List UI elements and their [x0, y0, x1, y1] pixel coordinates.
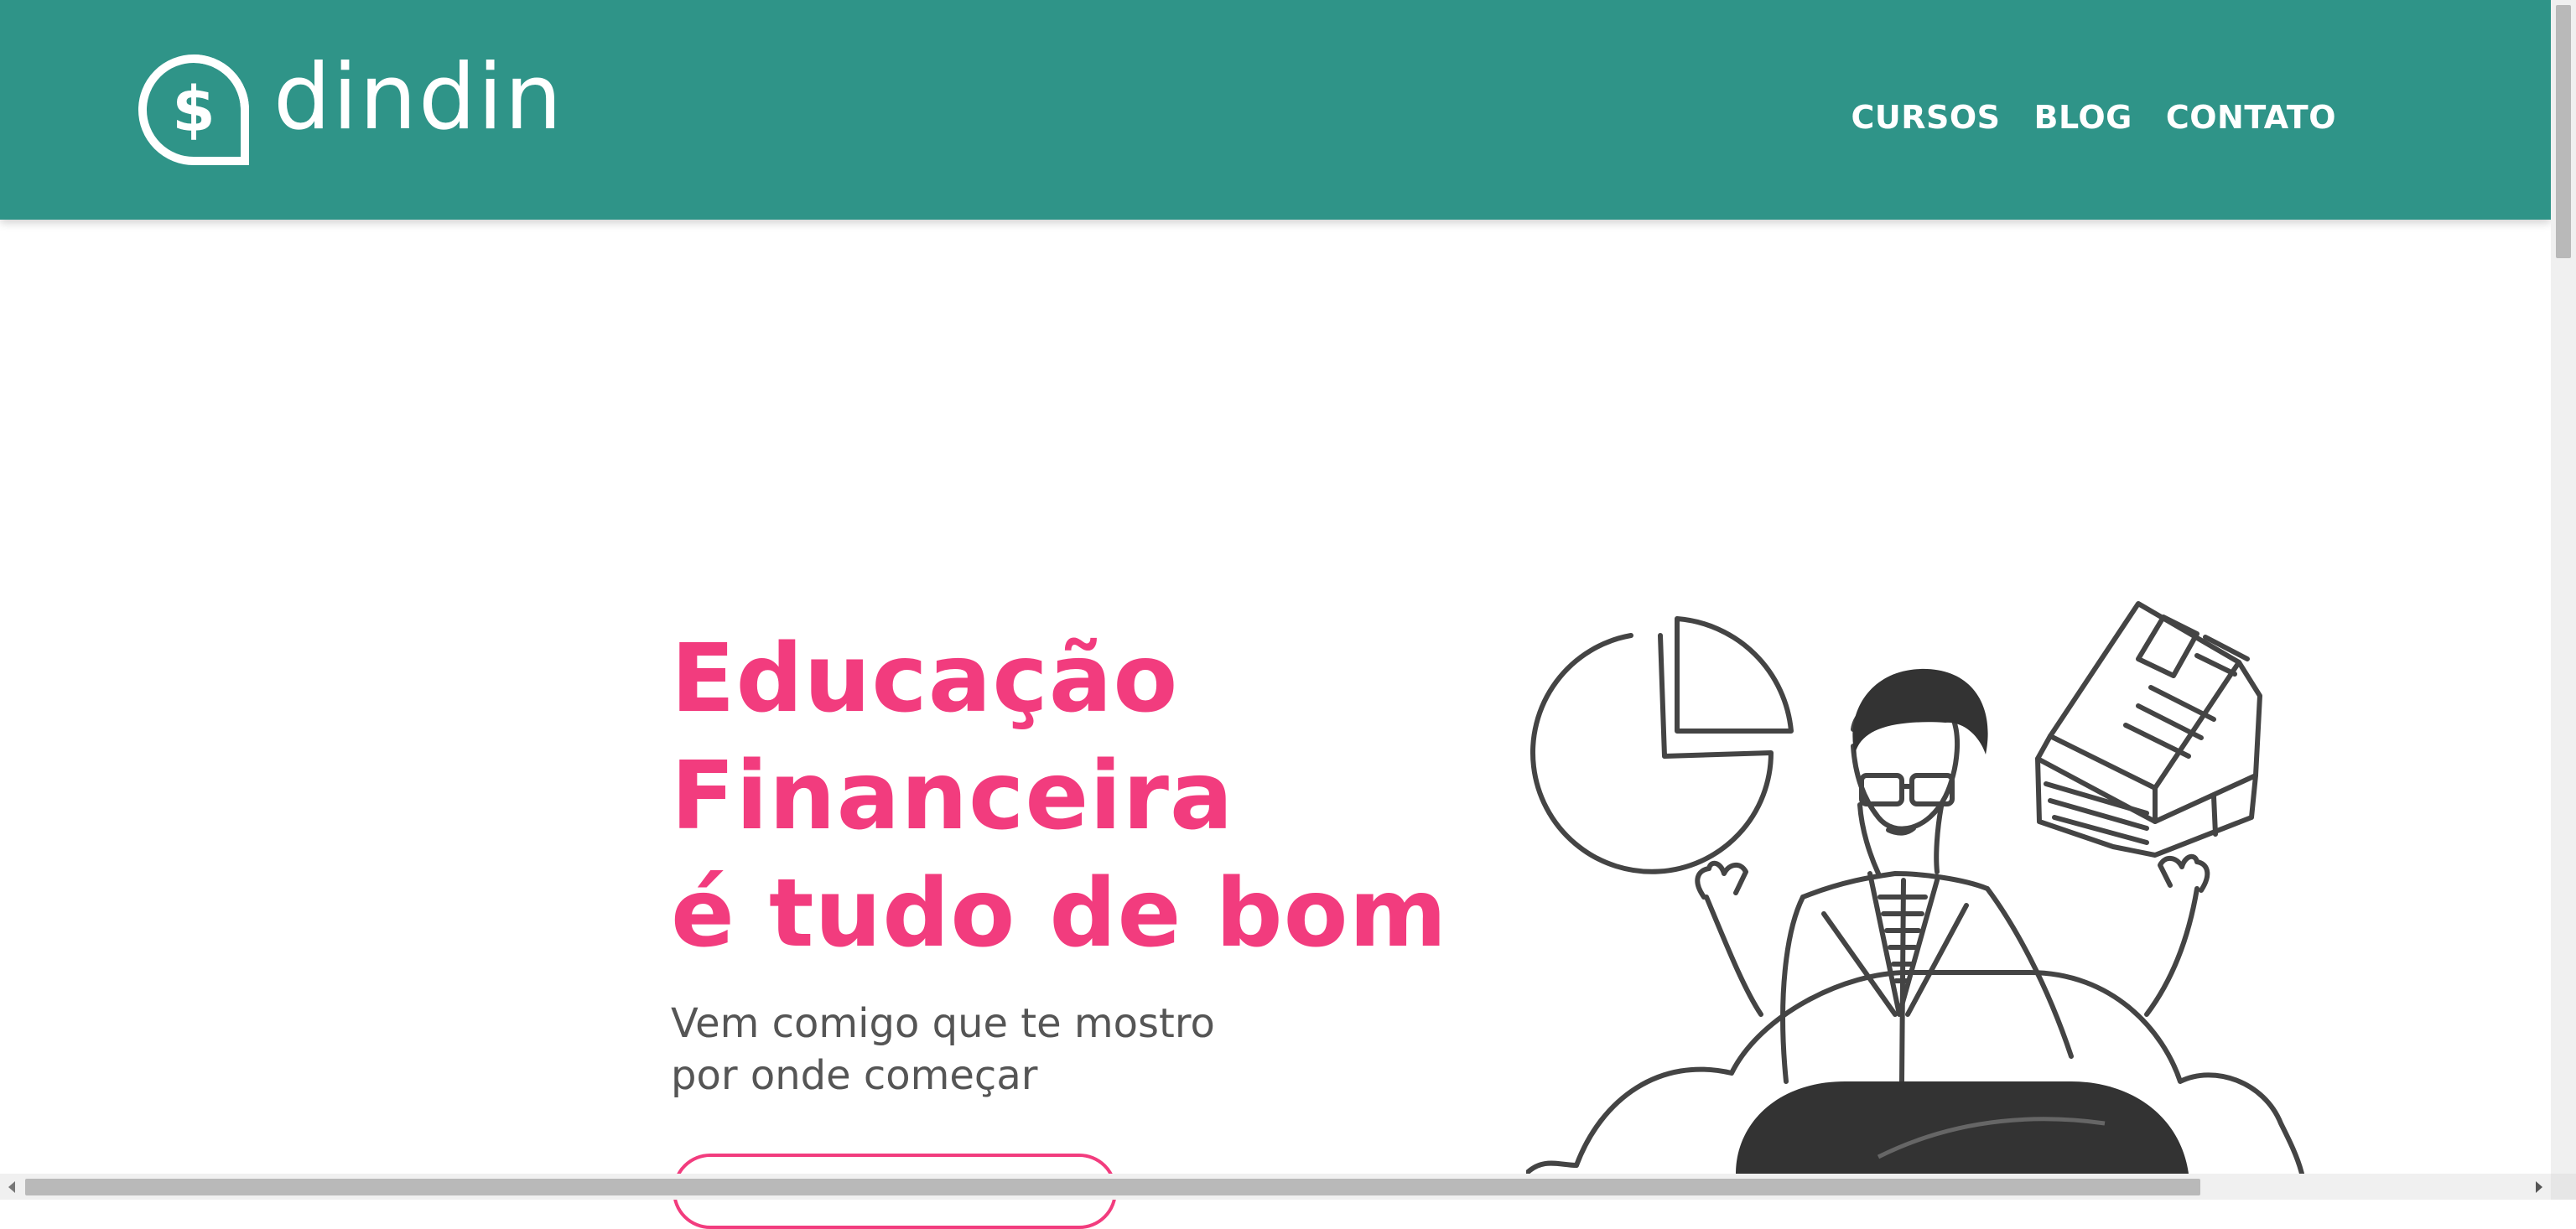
- brand-name: dindin: [273, 45, 564, 150]
- hero-title-line-3: é tudo de bom: [671, 859, 1448, 968]
- dollar-speech-bubble-icon: $: [138, 54, 249, 165]
- scroll-left-arrow-icon[interactable]: [8, 1181, 15, 1193]
- hero-subtitle: Vem comigo que te mostro por onde começa…: [671, 998, 1215, 1102]
- main-nav: CURSOS BLOG CONTATO: [1851, 96, 2336, 139]
- hero-title-line-2: Financeira: [671, 742, 1234, 851]
- vertical-scrollbar-thumb[interactable]: [2556, 5, 2571, 258]
- nav-link-blog[interactable]: BLOG: [2034, 96, 2132, 139]
- scroll-right-arrow-icon[interactable]: [2536, 1181, 2542, 1193]
- nav-link-cursos[interactable]: CURSOS: [1851, 96, 2000, 139]
- nav-link-contato[interactable]: CONTATO: [2166, 96, 2336, 139]
- scrollbar-corner: [2551, 1174, 2576, 1200]
- hero-subtitle-line-2: por onde começar: [671, 1052, 1038, 1099]
- hero-title: Educação Financeira é tudo de bom: [671, 620, 1447, 972]
- hero-title-line-1: Educação: [671, 625, 1179, 734]
- site-header: $ dindin CURSOS BLOG CONTATO: [0, 0, 2551, 220]
- hero-subtitle-line-1: Vem comigo que te mostro: [671, 1000, 1215, 1047]
- horizontal-scrollbar-thumb[interactable]: [25, 1179, 2200, 1195]
- svg-text:$: $: [172, 74, 216, 146]
- meditating-person-illustration: [1526, 601, 2304, 1174]
- vertical-scrollbar[interactable]: [2551, 0, 2576, 1174]
- brand-logo[interactable]: $ dindin: [138, 45, 562, 166]
- horizontal-scrollbar[interactable]: [0, 1174, 2551, 1200]
